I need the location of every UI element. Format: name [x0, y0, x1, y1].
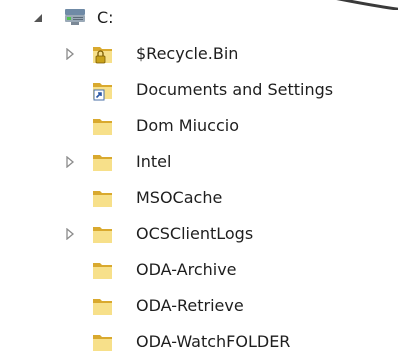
- drive-icon: [63, 7, 87, 29]
- tree-node-label: ODA-Retrieve: [136, 296, 244, 315]
- tree-node-ocsclientlogs[interactable]: OCSClientLogs: [0, 216, 398, 252]
- folder-icon: [92, 331, 116, 353]
- tree-node-label: MSOCache: [136, 188, 223, 207]
- tree-node-intel[interactable]: Intel: [0, 144, 398, 180]
- tree-node-oda-archive[interactable]: ODA-Archive: [0, 252, 398, 288]
- folder-icon: [92, 151, 116, 173]
- tree-node-label: ODA-Archive: [136, 260, 237, 279]
- folder-icon: [92, 295, 116, 317]
- tree-node-label: Documents and Settings: [136, 80, 334, 99]
- folder-icon: [92, 187, 116, 209]
- collapsed-arrow-icon[interactable]: [64, 48, 76, 60]
- tree-node-recycle-bin[interactable]: $Recycle.Bin: [0, 36, 398, 72]
- tree-node-label: ODA-WatchFOLDER: [136, 332, 291, 351]
- collapsed-arrow-icon[interactable]: [64, 156, 76, 168]
- tree-node-msocache[interactable]: MSOCache: [0, 180, 398, 216]
- folder-icon: [92, 259, 116, 281]
- expanded-arrow-icon[interactable]: [32, 12, 44, 24]
- tree-node-label: $Recycle.Bin: [136, 44, 239, 63]
- tree-node-label: Intel: [136, 152, 172, 171]
- tree-node-oda-watchfolder[interactable]: ODA-WatchFOLDER: [0, 324, 398, 360]
- tree-node-label: C:: [97, 8, 114, 27]
- tree-node-c-drive[interactable]: C:: [0, 0, 398, 36]
- tree-node-documents-and-settings[interactable]: Documents and Settings: [0, 72, 398, 108]
- collapsed-arrow-icon[interactable]: [64, 228, 76, 240]
- folder-icon: [92, 223, 116, 245]
- locked-folder-icon: [92, 43, 116, 65]
- shortcut-folder-icon: [92, 79, 116, 101]
- tree-node-label: OCSClientLogs: [136, 224, 254, 243]
- folder-icon: [92, 115, 116, 137]
- tree-node-oda-retrieve[interactable]: ODA-Retrieve: [0, 288, 398, 324]
- tree-node-label: Dom Miuccio: [136, 116, 239, 135]
- tree-node-dom-miuccio[interactable]: Dom Miuccio: [0, 108, 398, 144]
